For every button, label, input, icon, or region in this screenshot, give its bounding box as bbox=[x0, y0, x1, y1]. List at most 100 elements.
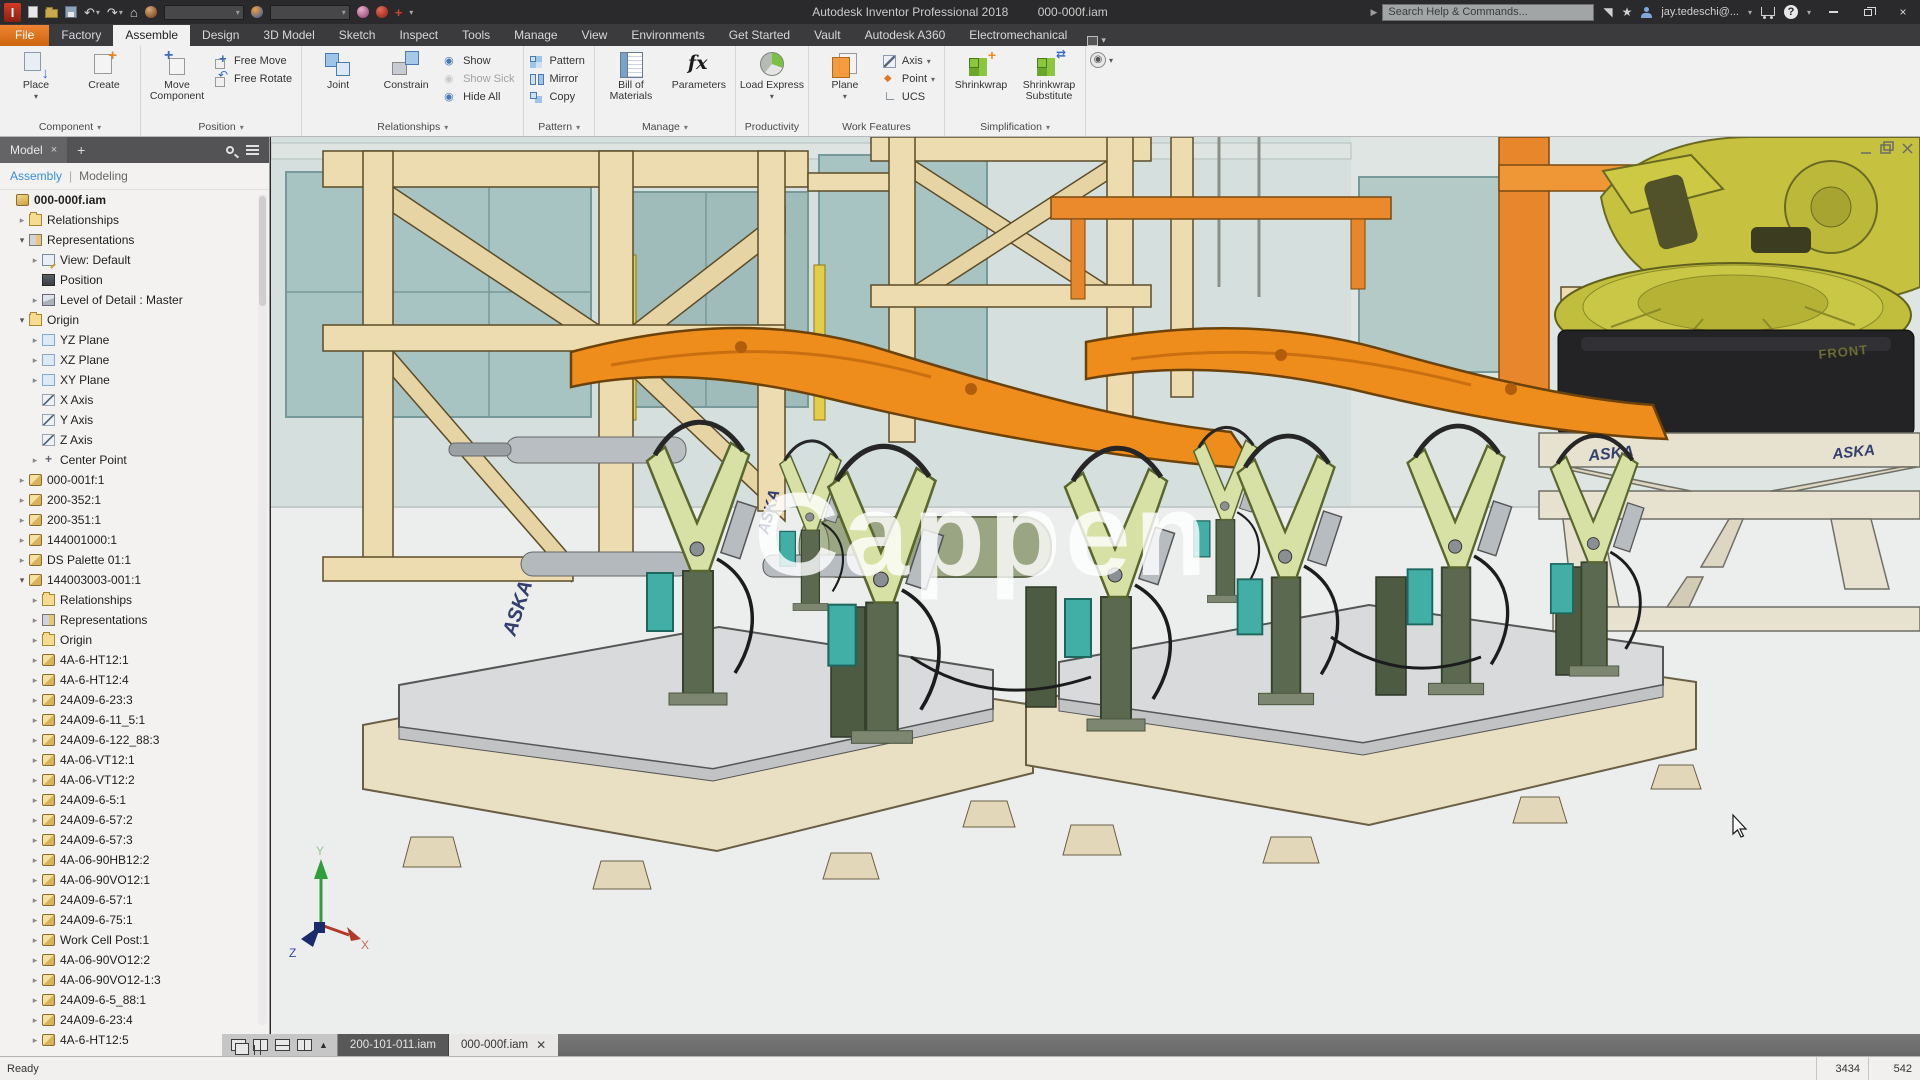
tree-item-24a09-6-122-88-3[interactable]: ▸24A09-6-122_88:3 bbox=[0, 730, 269, 750]
browser-scrollbar-thumb[interactable] bbox=[259, 196, 266, 306]
panel-label-productivity[interactable]: Productivity bbox=[739, 118, 805, 136]
document-tab-000-000f-iam[interactable]: 000-000f.iam✕ bbox=[449, 1034, 558, 1056]
arrange-vertical-icon[interactable] bbox=[297, 1039, 312, 1051]
ribbon-tab-inspect[interactable]: Inspect bbox=[387, 25, 450, 46]
show-button[interactable]: Show bbox=[441, 52, 520, 70]
ribbon-tab-vault[interactable]: Vault bbox=[802, 25, 852, 46]
appearance-select-icon[interactable]: ▾ bbox=[270, 5, 350, 20]
tree-item-000-001f-1[interactable]: ▸000-001f:1 bbox=[0, 470, 269, 490]
panel-label-simplification[interactable]: Simplification▾ bbox=[948, 118, 1082, 136]
ribbon-display-options[interactable]: ▾ bbox=[1087, 35, 1106, 46]
add-browser-tab-button[interactable]: + bbox=[67, 142, 95, 158]
panel-label-relationships[interactable]: Relationships▾ bbox=[305, 118, 520, 136]
open-folder-icon[interactable] bbox=[45, 7, 58, 18]
tree-item-center-point[interactable]: ▸Center Point bbox=[0, 450, 269, 470]
tree-item-ds-palette-01-1[interactable]: ▸DS Palette 01:1 bbox=[0, 550, 269, 570]
hide-all-button[interactable]: Hide All bbox=[441, 88, 520, 106]
tree-item-level-of-detail-master[interactable]: ▸Level of Detail : Master bbox=[0, 290, 269, 310]
tree-item-24a09-6-11-5-1[interactable]: ▸24A09-6-11_5:1 bbox=[0, 710, 269, 730]
tree-expand-arrow[interactable]: ▸ bbox=[16, 535, 28, 546]
minimize-button[interactable] bbox=[1820, 3, 1846, 21]
assembly-mode-link[interactable]: Assembly bbox=[10, 169, 62, 183]
panel-label-manage[interactable]: Manage▾ bbox=[598, 118, 732, 136]
help-icon[interactable]: ? bbox=[1784, 5, 1798, 19]
tree-item-24a09-6-57-1[interactable]: ▸24A09-6-57:1 bbox=[0, 890, 269, 910]
tree-item-24a09-6-5-1[interactable]: ▸24A09-6-5:1 bbox=[0, 790, 269, 810]
store-cart-icon[interactable] bbox=[1761, 7, 1775, 16]
ribbon-tab-manage[interactable]: Manage bbox=[502, 25, 569, 46]
favorites-star-icon[interactable]: ★ bbox=[1622, 5, 1633, 19]
sign-in-pin-icon[interactable]: ◥ bbox=[1603, 5, 1612, 19]
ribbon-tab-assemble[interactable]: Assemble bbox=[113, 25, 190, 46]
sphere-pink-icon[interactable] bbox=[357, 6, 369, 18]
tree-expand-arrow[interactable]: ▸ bbox=[16, 555, 28, 566]
mirror-button[interactable]: Mirror bbox=[527, 70, 590, 88]
tree-expand-arrow[interactable]: ▸ bbox=[29, 455, 41, 466]
sphere-red-icon[interactable] bbox=[376, 6, 388, 18]
tree-item-relationships[interactable]: ▸Relationships bbox=[0, 210, 269, 230]
tree-expand-arrow[interactable]: ▾ bbox=[16, 235, 28, 246]
arrange-horizontal-icon[interactable] bbox=[275, 1039, 290, 1051]
undo-icon[interactable]: ↶▾ bbox=[84, 6, 100, 19]
user-menu-chevron-icon[interactable]: ▾ bbox=[1748, 8, 1752, 17]
tree-expand-arrow[interactable]: ▸ bbox=[29, 735, 41, 746]
material-select-icon[interactable]: ▾ bbox=[164, 5, 244, 20]
panel-label-pattern[interactable]: Pattern▾ bbox=[527, 118, 590, 136]
tree-expand-arrow[interactable]: ▸ bbox=[29, 635, 41, 646]
ribbon-tab-factory[interactable]: Factory bbox=[49, 25, 113, 46]
tree-expand-arrow[interactable]: ▾ bbox=[16, 315, 28, 326]
tree-item-view-default[interactable]: ▸View: Default bbox=[0, 250, 269, 270]
tree-item-position[interactable]: Position bbox=[0, 270, 269, 290]
tree-expand-arrow[interactable]: ▸ bbox=[16, 515, 28, 526]
tree-item-4a-06-90vo12-1[interactable]: ▸4A-06-90VO12:1 bbox=[0, 870, 269, 890]
tree-item-4a-06-vt12-2[interactable]: ▸4A-06-VT12:2 bbox=[0, 770, 269, 790]
ribbon-tab-autodesk-a360[interactable]: Autodesk A360 bbox=[853, 25, 958, 46]
tree-expand-arrow[interactable]: ▸ bbox=[29, 675, 41, 686]
tree-expand-arrow[interactable]: ▸ bbox=[29, 615, 41, 626]
tree-item-representations[interactable]: ▾Representations bbox=[0, 230, 269, 250]
home-icon[interactable]: ⌂ bbox=[130, 6, 138, 19]
browser-tab-model[interactable]: Model × bbox=[0, 137, 67, 163]
move-component-button[interactable]: Move Component bbox=[144, 48, 210, 102]
view-options-dropdown[interactable]: ◉▾ bbox=[1086, 46, 1117, 136]
redo-icon[interactable]: ↷▾ bbox=[107, 6, 123, 19]
tree-expand-arrow[interactable]: ▸ bbox=[29, 595, 41, 606]
copy-button[interactable]: Copy bbox=[527, 88, 590, 106]
tree-expand-arrow[interactable]: ▸ bbox=[29, 375, 41, 386]
modeling-mode-link[interactable]: Modeling bbox=[79, 169, 128, 183]
tree-item-origin[interactable]: ▾Origin bbox=[0, 310, 269, 330]
document-tab-200-101-011-iam[interactable]: 200-101-011.iam bbox=[338, 1034, 449, 1056]
tree-expand-arrow[interactable]: ▸ bbox=[29, 935, 41, 946]
tree-item-y-axis[interactable]: Y Axis bbox=[0, 410, 269, 430]
tree-item-200-351-1[interactable]: ▸200-351:1 bbox=[0, 510, 269, 530]
tree-expand-arrow[interactable]: ▸ bbox=[29, 655, 41, 666]
tree-expand-arrow[interactable]: ▸ bbox=[29, 1015, 41, 1026]
tree-item-4a-6-ht12-1[interactable]: ▸4A-6-HT12:1 bbox=[0, 650, 269, 670]
tree-expand-arrow[interactable]: ▸ bbox=[29, 915, 41, 926]
tree-item-24a09-6-75-1[interactable]: ▸24A09-6-75:1 bbox=[0, 910, 269, 930]
save-icon[interactable] bbox=[65, 6, 77, 18]
browser-menu-icon[interactable] bbox=[246, 145, 259, 155]
point-button[interactable]: Point▾ bbox=[880, 70, 941, 88]
plane-button[interactable]: Plane▾ bbox=[812, 48, 878, 101]
tree-item-xy-plane[interactable]: ▸XY Plane bbox=[0, 370, 269, 390]
tree-item-144003003-001-1[interactable]: ▾144003003-001:1 bbox=[0, 570, 269, 590]
pattern-button[interactable]: Pattern bbox=[527, 52, 590, 70]
tree-item-representations[interactable]: ▸Representations bbox=[0, 610, 269, 630]
tree-item-4a-06-90vo12-1-3[interactable]: ▸4A-06-90VO12-1:3 bbox=[0, 970, 269, 990]
material-ball-icon[interactable] bbox=[145, 6, 157, 18]
tree-expand-arrow[interactable]: ▸ bbox=[29, 895, 41, 906]
tree-item-x-axis[interactable]: X Axis bbox=[0, 390, 269, 410]
tree-item-yz-plane[interactable]: ▸YZ Plane bbox=[0, 330, 269, 350]
new-file-icon[interactable] bbox=[28, 6, 38, 18]
browser-tab-close-icon[interactable]: × bbox=[51, 144, 57, 156]
search-input[interactable] bbox=[1382, 4, 1594, 21]
tree-item-relationships[interactable]: ▸Relationships bbox=[0, 590, 269, 610]
place-button[interactable]: Place▾ bbox=[3, 48, 69, 101]
tree-item-24a09-6-57-3[interactable]: ▸24A09-6-57:3 bbox=[0, 830, 269, 850]
tree-item-24a09-6-23-3[interactable]: ▸24A09-6-23:3 bbox=[0, 690, 269, 710]
tree-item-4a-06-vt12-1[interactable]: ▸4A-06-VT12:1 bbox=[0, 750, 269, 770]
ribbon-tab-tools[interactable]: Tools bbox=[450, 25, 502, 46]
cascade-windows-icon[interactable] bbox=[231, 1039, 246, 1051]
tree-expand-arrow[interactable]: ▸ bbox=[16, 475, 28, 486]
